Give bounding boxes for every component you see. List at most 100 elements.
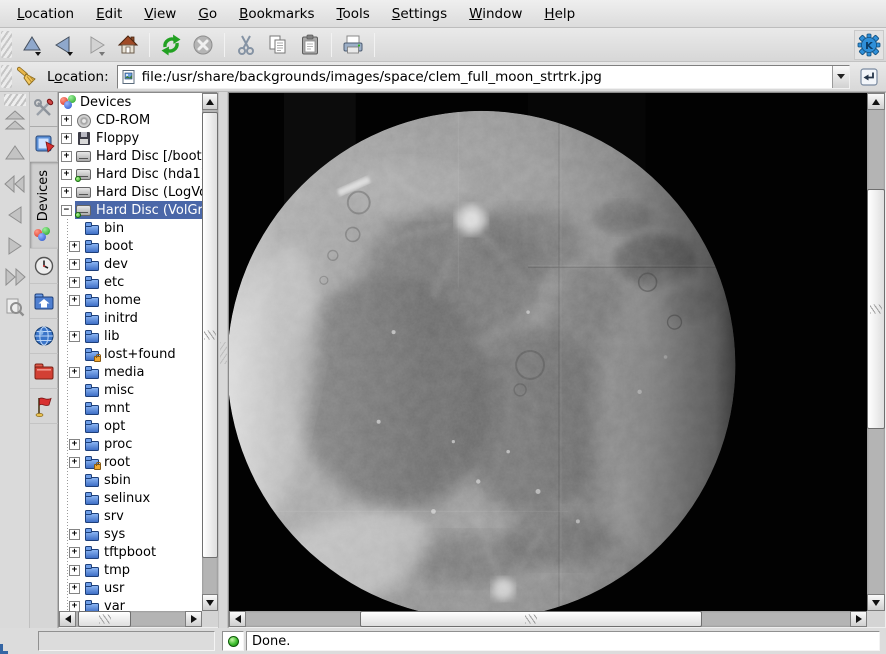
menu-window[interactable]: Window bbox=[458, 2, 533, 26]
tree-expander[interactable]: + bbox=[69, 439, 80, 450]
print-button[interactable] bbox=[338, 30, 368, 60]
copy-button[interactable] bbox=[263, 30, 293, 60]
scroll-right-button[interactable] bbox=[850, 611, 867, 627]
menu-location[interactable]: Location bbox=[6, 2, 85, 26]
forward-button[interactable] bbox=[81, 30, 111, 60]
view-vertical-scrollbar[interactable] bbox=[867, 93, 885, 611]
scroll-left-button[interactable] bbox=[229, 611, 246, 627]
tree-vscroll-slider[interactable] bbox=[202, 112, 218, 558]
tree-item[interactable]: lost+found bbox=[59, 345, 202, 363]
tree-expander[interactable]: + bbox=[61, 151, 72, 162]
tab-root-folder[interactable] bbox=[30, 354, 58, 389]
up-rail-button[interactable] bbox=[1, 137, 29, 168]
view-horizontal-scrollbar[interactable] bbox=[229, 611, 867, 627]
back-rail-button[interactable] bbox=[1, 199, 29, 230]
tree-expander[interactable]: − bbox=[61, 205, 72, 216]
tree-expander[interactable]: + bbox=[69, 241, 80, 252]
view-hscroll-slider[interactable] bbox=[360, 611, 702, 627]
scroll-down-button[interactable] bbox=[202, 594, 218, 611]
tree-item[interactable]: opt bbox=[59, 417, 202, 435]
tree-item[interactable]: mnt bbox=[59, 399, 202, 417]
scroll-up-button[interactable] bbox=[202, 93, 218, 110]
tree-item[interactable]: +Hard Disc [/boot] bbox=[59, 147, 202, 165]
window-grip[interactable] bbox=[0, 644, 8, 654]
tree-expander[interactable]: + bbox=[61, 187, 72, 198]
back-button[interactable] bbox=[49, 30, 79, 60]
tree-expander[interactable]: + bbox=[69, 547, 80, 558]
rail-handle[interactable] bbox=[4, 94, 26, 106]
tree-expander[interactable]: + bbox=[69, 331, 80, 342]
tree-item[interactable]: sbin bbox=[59, 471, 202, 489]
tree-item[interactable]: +proc bbox=[59, 435, 202, 453]
reload-button[interactable] bbox=[156, 30, 186, 60]
double-forward-button[interactable] bbox=[1, 261, 29, 292]
home-button[interactable] bbox=[113, 30, 143, 60]
tree-item[interactable]: +Hard Disc (hda1) [/ bbox=[59, 165, 202, 183]
tree-item[interactable]: +var bbox=[59, 597, 202, 611]
tree-expander[interactable]: + bbox=[69, 529, 80, 540]
location-input[interactable] bbox=[140, 69, 832, 85]
tab-network[interactable] bbox=[30, 319, 58, 354]
scroll-right-button[interactable] bbox=[185, 611, 202, 627]
tree-expander[interactable]: + bbox=[69, 367, 80, 378]
tab-devices[interactable]: Devices bbox=[30, 162, 58, 249]
forward-rail-button[interactable] bbox=[1, 230, 29, 261]
menu-tools[interactable]: Tools bbox=[326, 2, 381, 26]
tree-item[interactable]: +boot bbox=[59, 237, 202, 255]
tree-item[interactable]: initrd bbox=[59, 309, 202, 327]
cut-button[interactable] bbox=[231, 30, 261, 60]
tree-expander[interactable]: + bbox=[61, 115, 72, 126]
sidebar-splitter[interactable] bbox=[218, 92, 228, 628]
tree-item[interactable]: +Hard Disc (LogVol0 bbox=[59, 183, 202, 201]
tree-expander[interactable]: + bbox=[69, 565, 80, 576]
tree-expander[interactable]: + bbox=[69, 295, 80, 306]
image-viewport[interactable] bbox=[229, 93, 867, 611]
tree-item[interactable]: +media bbox=[59, 363, 202, 381]
tree-item[interactable]: +tftpboot bbox=[59, 543, 202, 561]
tree-item[interactable]: +home bbox=[59, 291, 202, 309]
configure-sidebar-button[interactable] bbox=[30, 92, 58, 127]
find-button[interactable] bbox=[1, 292, 29, 323]
tab-home-directory[interactable] bbox=[30, 284, 58, 319]
tree-expander[interactable]: + bbox=[69, 277, 80, 288]
tree-expander[interactable]: + bbox=[61, 169, 72, 180]
tree-item[interactable]: srv bbox=[59, 507, 202, 525]
tree-item[interactable]: selinux bbox=[59, 489, 202, 507]
tree-item[interactable]: +sys bbox=[59, 525, 202, 543]
location-toolbar-handle[interactable] bbox=[1, 65, 12, 88]
scroll-left-button[interactable] bbox=[59, 611, 76, 627]
menu-help[interactable]: Help bbox=[533, 2, 586, 26]
toolbar-handle[interactable] bbox=[1, 31, 12, 57]
tree-expander[interactable]: + bbox=[69, 583, 80, 594]
menu-settings[interactable]: Settings bbox=[381, 2, 458, 26]
tree-item[interactable]: +root bbox=[59, 453, 202, 471]
menu-go[interactable]: Go bbox=[187, 2, 228, 26]
location-combobox[interactable] bbox=[117, 65, 850, 89]
tree-expander[interactable]: + bbox=[69, 457, 80, 468]
clear-location-button[interactable] bbox=[15, 64, 41, 90]
menu-edit[interactable]: Edit bbox=[85, 2, 133, 26]
tree-item[interactable]: −Hard Disc (VolGrou bbox=[59, 201, 202, 219]
double-up-button[interactable] bbox=[1, 106, 29, 137]
tree-item[interactable]: misc bbox=[59, 381, 202, 399]
tree-item[interactable]: +CD-ROM bbox=[59, 111, 202, 129]
tree-item[interactable]: +tmp bbox=[59, 561, 202, 579]
tree-item[interactable]: +lib bbox=[59, 327, 202, 345]
tree-item[interactable]: +etc bbox=[59, 273, 202, 291]
view-vscroll-slider[interactable] bbox=[867, 189, 885, 429]
tree-item[interactable]: +usr bbox=[59, 579, 202, 597]
double-back-button[interactable] bbox=[1, 168, 29, 199]
tab-bookmarks[interactable] bbox=[30, 127, 58, 162]
paste-button[interactable] bbox=[295, 30, 325, 60]
menu-bookmarks[interactable]: Bookmarks bbox=[228, 2, 325, 26]
konqueror-logo-button[interactable]: K bbox=[854, 30, 884, 60]
tree-vertical-scrollbar[interactable] bbox=[202, 93, 218, 611]
scroll-up-button[interactable] bbox=[867, 93, 885, 110]
go-button[interactable] bbox=[856, 64, 882, 90]
tree-item[interactable]: +Floppy bbox=[59, 129, 202, 147]
tree-item[interactable]: +dev bbox=[59, 255, 202, 273]
tree-horizontal-scrollbar[interactable] bbox=[59, 611, 202, 627]
tree-expander[interactable]: + bbox=[61, 133, 72, 144]
tree-hscroll-slider[interactable] bbox=[78, 611, 131, 627]
up-button[interactable] bbox=[17, 30, 47, 60]
